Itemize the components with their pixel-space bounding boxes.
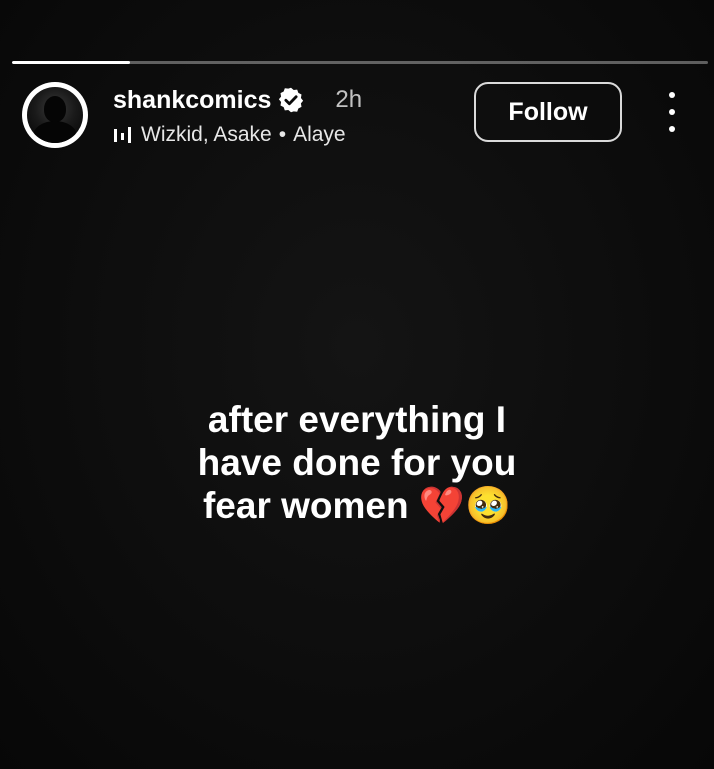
user-line: shankcomics 2h [113,84,362,116]
music-song: Alaye [293,123,346,146]
music-attribution[interactable]: Wizkid, Asake • Alaye [113,120,346,150]
caption-line-3: fear women 💔🥹 [60,484,654,527]
username[interactable]: shankcomics [113,86,271,115]
story-progress-fill [12,61,131,64]
verified-badge-icon [279,87,304,113]
broken-heart-emoji: 💔 [418,484,465,527]
holding-back-tears-emoji: 🥹 [464,484,512,527]
story-header: shankcomics 2h Wizkid, Asake • Alaye Fol… [22,80,698,150]
avatar[interactable] [22,82,88,148]
caption-line-2: have done for you [197,442,517,483]
story-caption: after everything I have done for you fea… [60,398,654,527]
music-separator: • [278,123,287,146]
avatar-image [27,87,83,143]
music-bars-icon [114,127,131,143]
caption-line-3-text: fear women [202,485,409,526]
story-progress-bar [12,61,708,64]
music-artists: Wizkid, Asake [141,123,272,146]
follow-button[interactable]: Follow [474,82,622,142]
story-viewer[interactable]: shankcomics 2h Wizkid, Asake • Alaye Fol… [0,0,714,769]
more-options-icon[interactable] [658,92,686,132]
caption-line-1: after everything I [207,399,507,440]
post-time: 2h [335,86,363,113]
